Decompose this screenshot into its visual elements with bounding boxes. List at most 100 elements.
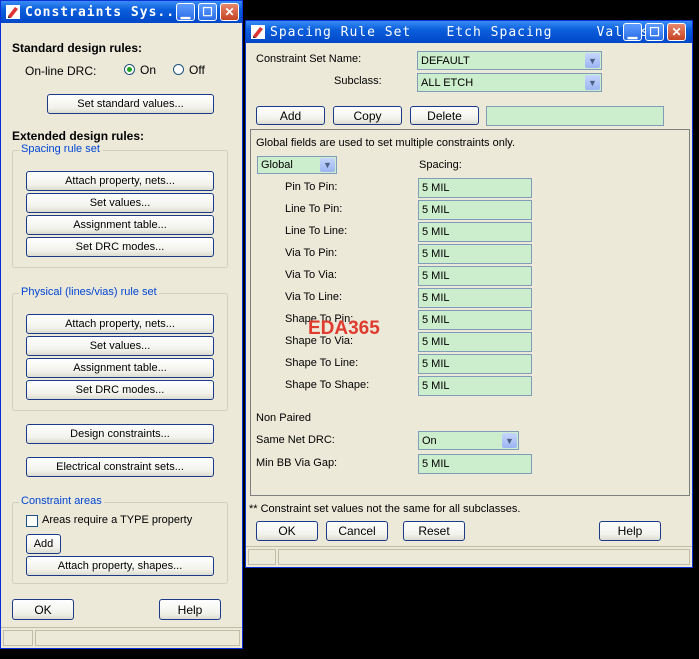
set-standard-values-button[interactable]: Set standard values... bbox=[47, 94, 214, 114]
row-label-line-to-pin: Line To Pin: bbox=[285, 203, 343, 215]
extended-rules-heading: Extended design rules: bbox=[12, 129, 145, 143]
constraint-set-name-value: DEFAULT bbox=[421, 54, 470, 67]
status-cell bbox=[35, 630, 240, 646]
row-label-shape-to-line: Shape To Line: bbox=[285, 357, 359, 369]
help-button[interactable]: Help bbox=[159, 599, 221, 620]
status-cell bbox=[278, 549, 690, 565]
same-net-drc-value: On bbox=[422, 434, 437, 447]
electrical-constraint-sets-button[interactable]: Electrical constraint sets... bbox=[26, 457, 214, 477]
row-label-pin-to-pin: Pin To Pin: bbox=[285, 181, 338, 193]
drc-on-radio[interactable] bbox=[124, 64, 135, 75]
values-panel: Global fields are used to set multiple c… bbox=[250, 129, 690, 496]
constraint-set-name-label: Constraint Set Name: bbox=[256, 53, 362, 65]
chevron-down-icon[interactable]: ▼ bbox=[320, 158, 335, 172]
constraint-set-name-combo[interactable]: DEFAULT ▼ bbox=[417, 51, 602, 70]
minimize-button[interactable]: ▁ bbox=[176, 3, 195, 21]
maximize-button[interactable]: ☐ bbox=[198, 3, 217, 21]
watermark: EDA365 bbox=[308, 318, 380, 339]
chevron-down-icon[interactable]: ▼ bbox=[585, 53, 600, 68]
row-label-line-to-line: Line To Line: bbox=[285, 225, 348, 237]
spacing-titlebar[interactable]: Spacing Rule Set Etch Spacing Values ▁ ☐… bbox=[246, 21, 692, 43]
app-pencil-icon bbox=[6, 5, 20, 19]
close-button[interactable]: ✕ bbox=[220, 3, 239, 21]
value-line-to-line[interactable]: 5 MIL bbox=[418, 222, 532, 242]
value-via-to-via[interactable]: 5 MIL bbox=[418, 266, 532, 286]
subclass-value: ALL ETCH bbox=[421, 76, 474, 89]
spacing-rule-set-legend: Spacing rule set bbox=[19, 143, 102, 155]
maximize-icon: ☐ bbox=[202, 5, 213, 19]
physical-assignment-table-button[interactable]: Assignment table... bbox=[26, 358, 214, 378]
scope-combo[interactable]: Global ▼ bbox=[257, 156, 337, 174]
chevron-down-icon[interactable]: ▼ bbox=[502, 433, 517, 448]
spacing-set-values-button[interactable]: Set values... bbox=[26, 193, 214, 213]
value-pin-to-pin[interactable]: 5 MIL bbox=[418, 178, 532, 198]
spacing-set-drc-modes-button[interactable]: Set DRC modes... bbox=[26, 237, 214, 257]
window-title: Constraints Sys... bbox=[25, 4, 184, 20]
minimize-button[interactable]: ▁ bbox=[623, 23, 642, 41]
same-net-drc-label: Same Net DRC: bbox=[256, 434, 335, 446]
subclass-label: Subclass: bbox=[334, 75, 382, 87]
areas-type-checkbox[interactable] bbox=[26, 515, 38, 527]
chevron-down-icon[interactable]: ▼ bbox=[585, 75, 600, 90]
help-button[interactable]: Help bbox=[599, 521, 661, 541]
row-label-shape-to-shape: Shape To Shape: bbox=[285, 379, 370, 391]
new-set-name-input[interactable] bbox=[486, 106, 664, 126]
drc-off-label[interactable]: Off bbox=[189, 63, 205, 77]
value-via-to-line[interactable]: 5 MIL bbox=[418, 288, 532, 308]
ok-button[interactable]: OK bbox=[12, 599, 74, 620]
attach-property-shapes-button[interactable]: Attach property, shapes... bbox=[26, 556, 214, 576]
physical-set-drc-modes-button[interactable]: Set DRC modes... bbox=[26, 380, 214, 400]
row-label-via-to-line: Via To Line: bbox=[285, 291, 343, 303]
design-constraints-button[interactable]: Design constraints... bbox=[26, 424, 214, 444]
close-button[interactable]: ✕ bbox=[667, 23, 686, 41]
areas-add-button[interactable]: Add bbox=[26, 534, 61, 554]
delete-button[interactable]: Delete bbox=[410, 106, 479, 125]
value-via-to-pin[interactable]: 5 MIL bbox=[418, 244, 532, 264]
copy-button[interactable]: Copy bbox=[333, 106, 402, 125]
spacing-attach-property-button[interactable]: Attach property, nets... bbox=[26, 171, 214, 191]
row-label-via-to-pin: Via To Pin: bbox=[285, 247, 338, 259]
non-paired-label: Non Paired bbox=[256, 412, 312, 424]
maximize-button[interactable]: ☐ bbox=[645, 23, 664, 41]
cancel-button[interactable]: Cancel bbox=[326, 521, 388, 541]
close-icon: ✕ bbox=[224, 5, 235, 19]
drc-off-radio[interactable] bbox=[173, 64, 184, 75]
spacing-header: Spacing: bbox=[419, 159, 462, 171]
status-cell bbox=[3, 630, 33, 646]
reset-button[interactable]: Reset bbox=[403, 521, 465, 541]
min-bb-via-gap-label: Min BB Via Gap: bbox=[256, 457, 338, 469]
constraints-status-bar bbox=[1, 627, 242, 648]
spacing-assignment-table-button[interactable]: Assignment table... bbox=[26, 215, 214, 235]
close-icon: ✕ bbox=[671, 25, 682, 39]
subclass-combo[interactable]: ALL ETCH ▼ bbox=[417, 73, 602, 92]
window-title: Spacing Rule Set Etch Spacing Values bbox=[270, 24, 650, 40]
value-line-to-pin[interactable]: 5 MIL bbox=[418, 200, 532, 220]
global-note: Global fields are used to set multiple c… bbox=[256, 137, 516, 149]
ok-button[interactable]: OK bbox=[256, 521, 318, 541]
constraints-window: Constraints Sys... ▁ ☐ ✕ Standard design… bbox=[0, 0, 243, 649]
spacing-rule-set-window: Spacing Rule Set Etch Spacing Values ▁ ☐… bbox=[245, 20, 693, 568]
scope-value: Global bbox=[261, 159, 293, 171]
constraint-areas-legend: Constraint areas bbox=[19, 495, 104, 507]
physical-attach-property-button[interactable]: Attach property, nets... bbox=[26, 314, 214, 334]
min-bb-via-gap-value[interactable]: 5 MIL bbox=[418, 454, 532, 474]
row-label-via-to-via: Via To Via: bbox=[285, 269, 337, 281]
maximize-icon: ☐ bbox=[649, 25, 660, 39]
online-drc-label: On-line DRC: bbox=[25, 64, 97, 78]
constraints-titlebar[interactable]: Constraints Sys... ▁ ☐ ✕ bbox=[1, 1, 242, 23]
same-net-drc-combo[interactable]: On ▼ bbox=[418, 431, 519, 450]
areas-type-label[interactable]: Areas require a TYPE property bbox=[42, 514, 192, 526]
minimize-icon: ▁ bbox=[627, 25, 638, 39]
value-shape-to-via[interactable]: 5 MIL bbox=[418, 332, 532, 352]
value-shape-to-pin[interactable]: 5 MIL bbox=[418, 310, 532, 330]
spacing-status-bar bbox=[246, 546, 692, 567]
app-pencil-icon bbox=[251, 25, 265, 39]
minimize-icon: ▁ bbox=[180, 5, 191, 19]
value-shape-to-line[interactable]: 5 MIL bbox=[418, 354, 532, 374]
add-button[interactable]: Add bbox=[256, 106, 325, 125]
drc-on-label[interactable]: On bbox=[140, 63, 156, 77]
value-shape-to-shape[interactable]: 5 MIL bbox=[418, 376, 532, 396]
physical-rule-set-legend: Physical (lines/vias) rule set bbox=[19, 286, 159, 298]
footnote: ** Constraint set values not the same fo… bbox=[249, 503, 521, 515]
physical-set-values-button[interactable]: Set values... bbox=[26, 336, 214, 356]
